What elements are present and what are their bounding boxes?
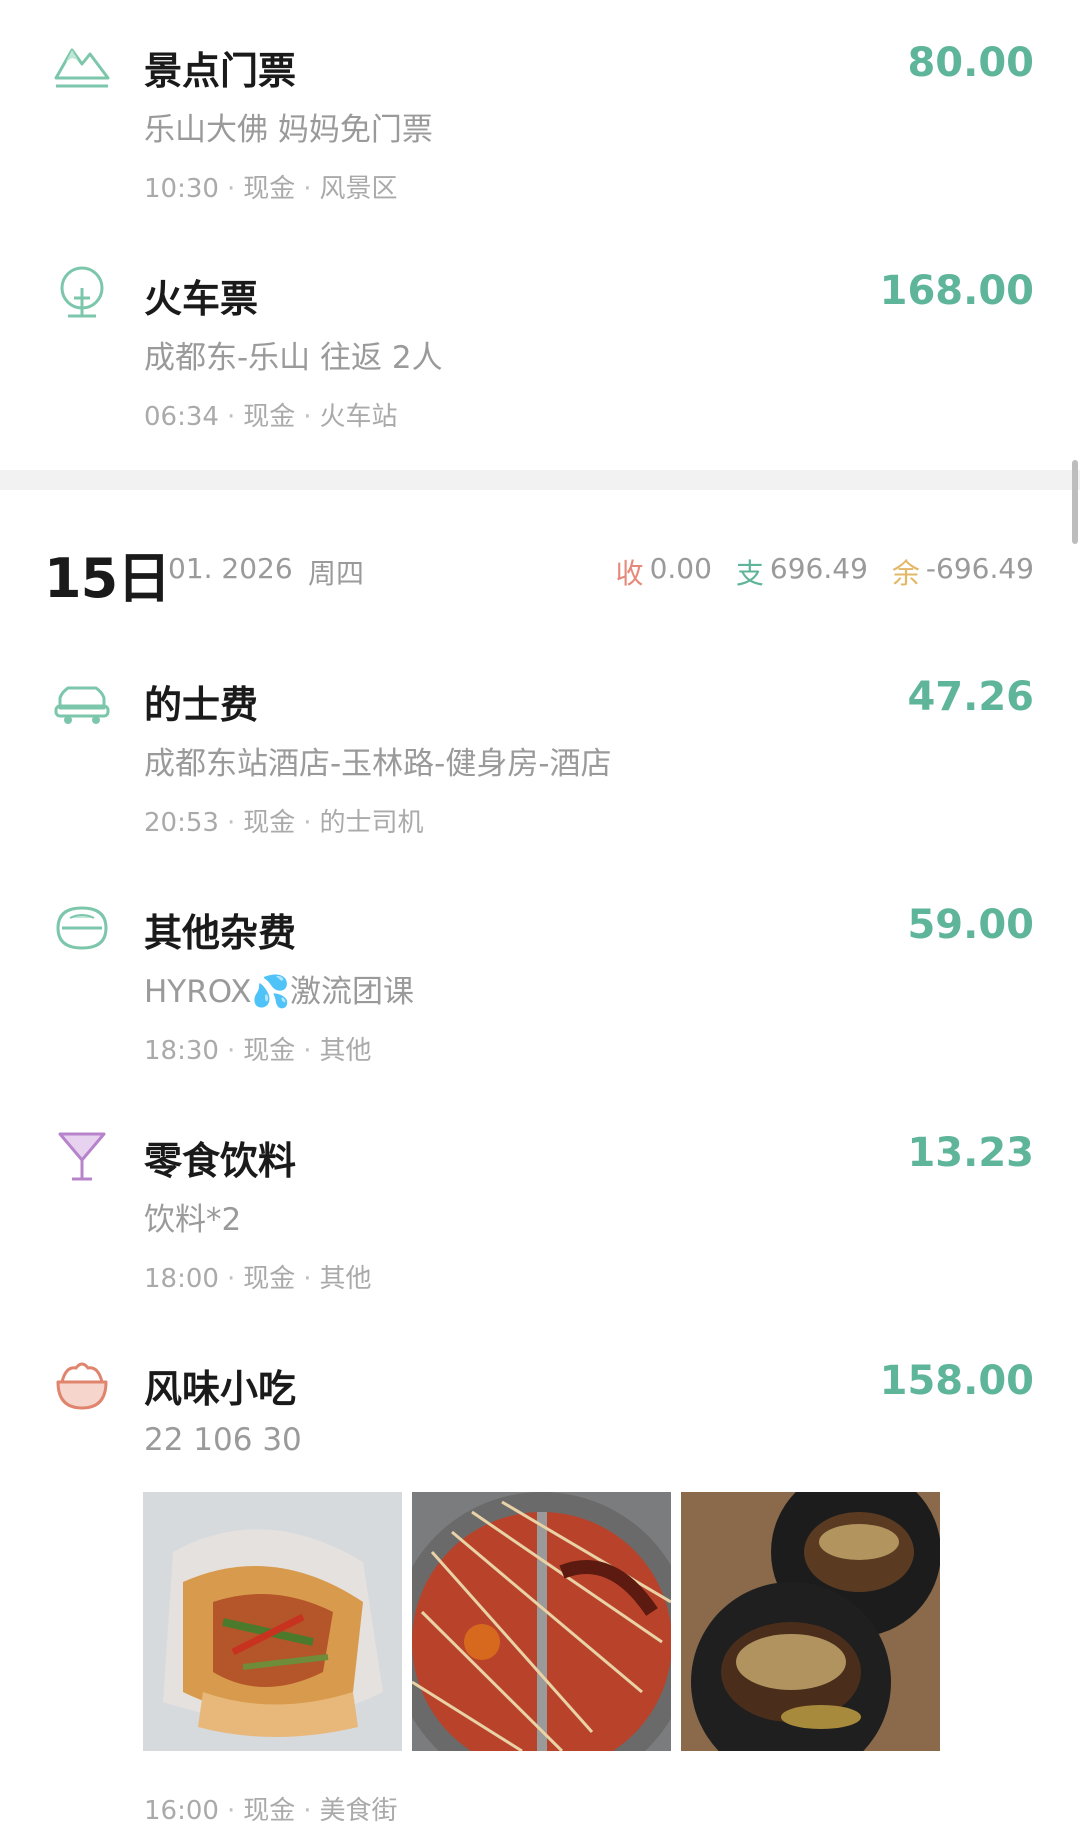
bun-icon [52, 1354, 112, 1414]
mountain-icon [52, 36, 112, 96]
day-month: 01. 2026 [168, 552, 293, 585]
entry-note: 乐山大佛 妈妈免门票 [144, 112, 433, 148]
entry-note: 饮料*2 [144, 1202, 242, 1238]
entry-note: 成都东站酒店-玉林路-健身房-酒店 [144, 746, 612, 782]
entry-meta: 16:00 · 现金 · 美食街 [144, 1796, 398, 1826]
entry-misc[interactable]: 其他杂费 59.00 HYROX💦激流团课 18:30 · 现金 · 其他 [0, 892, 1080, 1082]
entry-ticket[interactable]: 景点门票 80.00 乐山大佛 妈妈免门票 10:30 · 现金 · 风景区 [0, 30, 1080, 220]
expense-label: 支 [735, 557, 764, 590]
entry-train[interactable]: 火车票 168.00 成都东-乐山 往返 2人 06:34 · 现金 · 火车站 [0, 258, 1080, 448]
entry-meta: 18:30 · 现金 · 其他 [144, 1036, 372, 1066]
car-icon [52, 670, 112, 730]
entry-food[interactable]: 风味小吃 158.00 22 106 30 16:00 · 现金 · 美食街 [0, 1348, 1080, 1828]
entry-snacks[interactable]: 零食饮料 13.23 饮料*2 18:00 · 现金 · 其他 [0, 1120, 1080, 1310]
day-header[interactable]: 15日 01. 2026 周四 收 0.00 支 696.49 余 -696.49 [0, 490, 1080, 630]
entry-meta: 10:30 · 现金 · 风景区 [144, 174, 398, 204]
entry-title: 景点门票 [144, 49, 297, 93]
day-summary: 收 0.00 支 696.49 余 -696.49 [616, 552, 1034, 592]
income-label: 收 [615, 557, 644, 590]
balance-value: -696.49 [925, 552, 1034, 585]
entry-meta: 18:00 · 现金 · 其他 [144, 1264, 372, 1294]
day-weekday: 周四 [308, 557, 365, 590]
entry-amount: 80.00 [907, 40, 1034, 86]
entry-note: 成都东-乐山 往返 2人 [144, 340, 443, 376]
entry-title: 的士费 [144, 683, 259, 727]
entry-title: 零食饮料 [144, 1139, 297, 1183]
expense-value: 696.49 [769, 552, 868, 585]
day-number: 15日 [44, 547, 171, 610]
balance-label: 余 [891, 557, 920, 590]
entry-meta: 06:34 · 现金 · 火车站 [144, 402, 398, 432]
entry-meta: 20:53 · 现金 · 的士司机 [144, 808, 424, 838]
entry-amount: 13.23 [907, 1130, 1034, 1176]
entry-title: 其他杂费 [144, 911, 297, 955]
entry-note: HYROX💦激流团课 [144, 974, 415, 1010]
cocktail-icon [52, 1126, 112, 1186]
entry-amount: 158.00 [879, 1358, 1034, 1404]
income-value: 0.00 [649, 552, 712, 585]
entry-amount: 168.00 [879, 268, 1034, 314]
food-photo-1[interactable] [143, 1492, 402, 1751]
day-card-15: 15日 01. 2026 周四 收 0.00 支 696.49 余 -696.49 的… [0, 490, 1080, 1847]
entry-taxi[interactable]: 的士费 47.26 成都东站酒店-玉林路-健身房-酒店 20:53 · 现金 · 的士司… [0, 664, 1080, 854]
entry-amount: 47.26 [907, 674, 1034, 720]
entry-title: 风味小吃 [144, 1367, 297, 1411]
scrollbar[interactable] [1072, 460, 1078, 544]
entry-title: 火车票 [144, 277, 259, 321]
food-photo-2[interactable] [412, 1492, 671, 1751]
entry-note: 22 106 30 [144, 1422, 302, 1458]
day-card-previous: 景点门票 80.00 乐山大佛 妈妈免门票 10:30 · 现金 · 风景区 火车票 1… [0, 0, 1080, 470]
section-divider [0, 470, 1080, 490]
cap-icon [52, 898, 112, 958]
photo-strip [143, 1492, 940, 1751]
entry-amount: 59.00 [907, 902, 1034, 948]
food-photo-3[interactable] [681, 1492, 940, 1751]
tree-icon [52, 264, 112, 324]
